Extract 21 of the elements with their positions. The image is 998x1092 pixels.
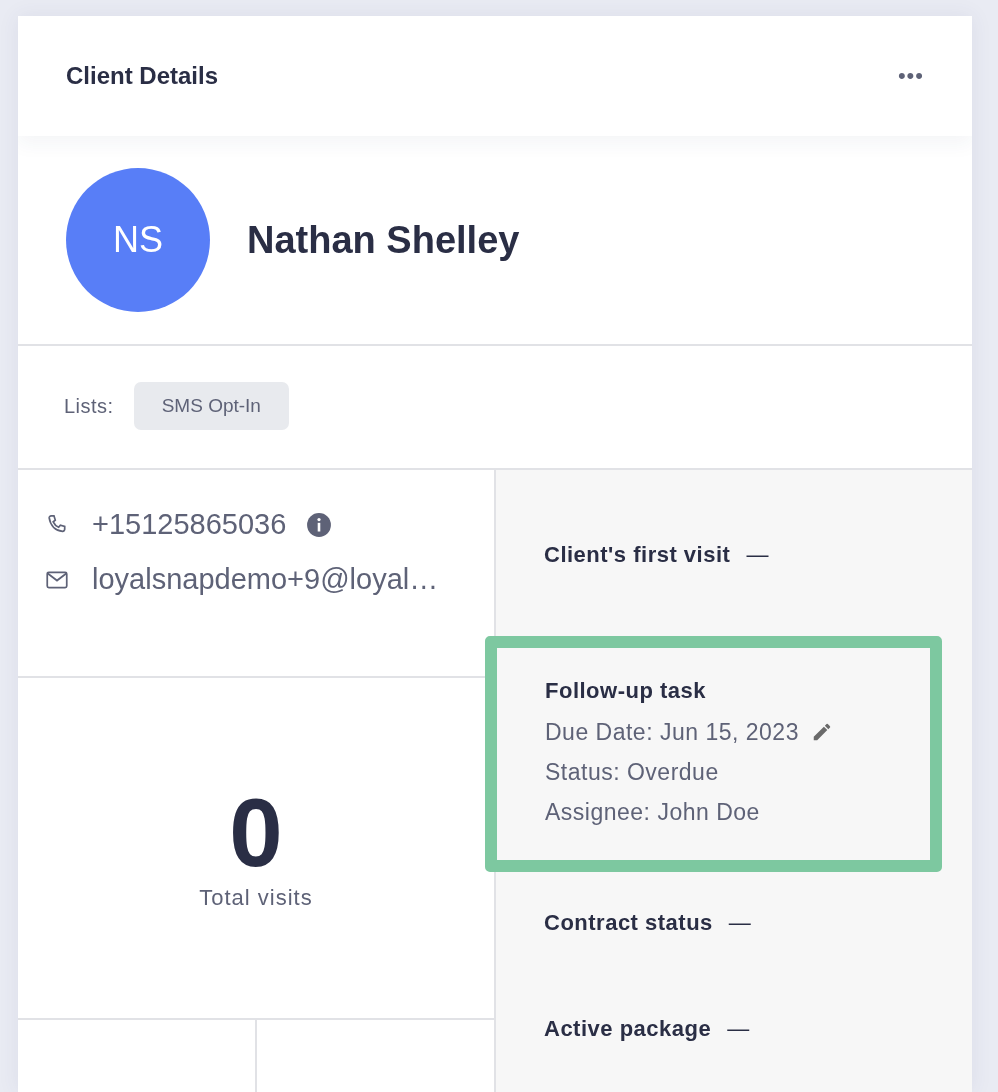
field-label: Client's first visit <box>544 542 731 568</box>
more-menu[interactable]: ••• <box>897 63 924 89</box>
empty-value: — <box>746 542 769 568</box>
phone-number: +15125865036 <box>92 508 287 541</box>
empty-value: — <box>727 1016 750 1042</box>
list-tag: SMS Opt-In <box>133 382 289 430</box>
task-detail: Status: Overdue <box>545 758 719 786</box>
visits-label: Total visits <box>199 885 313 911</box>
info-icon[interactable] <box>306 511 333 538</box>
visit-count: 0 <box>229 785 283 881</box>
panel-title: Client Details <box>66 62 219 90</box>
field-label: Active package <box>544 1016 712 1042</box>
email-address: loyalsnapdemo+9@loyal… <box>92 563 439 596</box>
lists-label: Lists: <box>64 394 114 418</box>
task-title: Follow-up task <box>545 678 707 704</box>
field-label: Contract status <box>544 910 713 936</box>
task-detail: Assignee: John Doe <box>545 798 760 826</box>
task-detail: Due Date: Jun 15, 2023 <box>545 718 799 746</box>
client-name: Nathan Shelley <box>247 218 520 262</box>
avatar: NS <box>66 168 210 312</box>
empty-value: — <box>728 910 751 936</box>
